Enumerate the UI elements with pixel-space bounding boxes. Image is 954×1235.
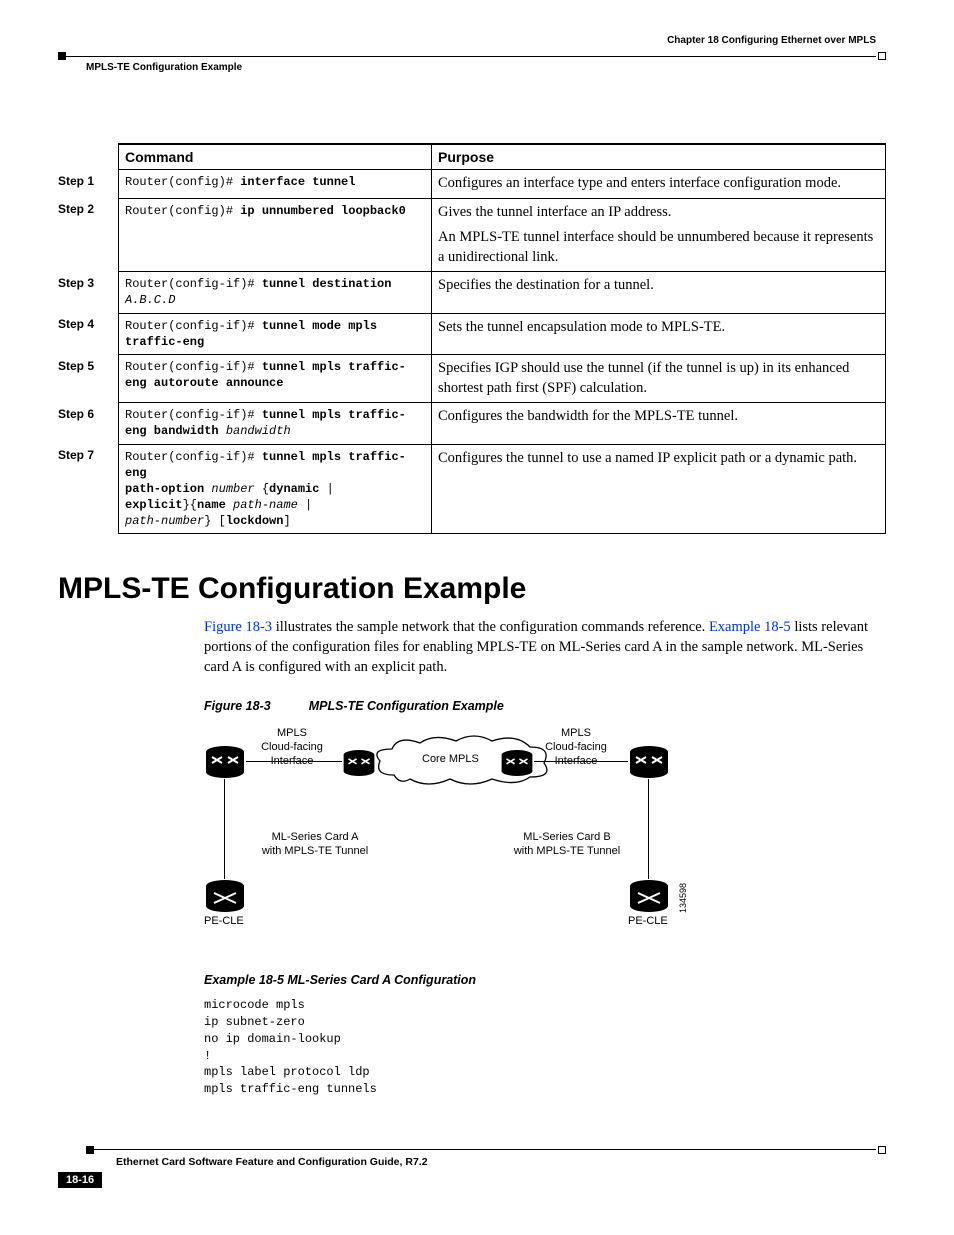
purpose-cell: Configures the bandwidth for the MPLS-TE… (432, 403, 886, 444)
router-icon (500, 749, 534, 777)
page-header: Chapter 18 Configuring Ethernet over MPL… (58, 35, 886, 73)
col-command: Command (119, 144, 432, 170)
footer-end-icon (878, 1146, 886, 1154)
table-row: Step 3 Router(config-if)# tunnel destina… (58, 272, 886, 313)
header-chapter: Chapter 18 Configuring Ethernet over MPL… (58, 35, 886, 46)
step-label: Step 1 (58, 170, 119, 199)
purpose-cell: Specifies the destination for a tunnel. (432, 272, 886, 313)
example-crossref-link[interactable]: Example 18-5 (709, 619, 791, 635)
figure-caption: Figure 18-3MPLS-TE Configuration Example (204, 699, 886, 713)
step-label: Step 4 (58, 313, 119, 354)
page-number: 18-16 (58, 1172, 102, 1188)
purpose-cell: Sets the tunnel encapsulation mode to MP… (432, 313, 886, 354)
step-label: Step 3 (58, 272, 119, 313)
card-a-label: ML-Series Card A with MPLS-TE Tunnel (250, 831, 380, 859)
header-section: MPLS-TE Configuration Example (58, 62, 886, 73)
command-cell: Router(config-if)# tunnel mode mpls traf… (119, 313, 432, 354)
router-icon (628, 879, 670, 913)
router-icon (204, 879, 246, 913)
purpose-cell: Configures an interface type and enters … (432, 170, 886, 199)
step-label: Step 5 (58, 355, 119, 403)
router-icon (204, 745, 246, 779)
command-cell: Router(config)# interface tunnel (119, 170, 432, 199)
command-cell: Router(config-if)# tunnel mpls traffic-e… (119, 355, 432, 403)
table-row: Step 6 Router(config-if)# tunnel mpls tr… (58, 403, 886, 444)
example-caption: Example 18-5 ML-Series Card A Configurat… (204, 973, 886, 987)
table-row: Step 4 Router(config-if)# tunnel mode mp… (58, 313, 886, 354)
core-label: Core MPLS (422, 753, 479, 767)
command-cell: Router(config-if)# tunnel mpls traffic-e… (119, 444, 432, 534)
col-purpose: Purpose (432, 144, 886, 170)
example-code: microcode mpls ip subnet-zero no ip doma… (204, 997, 886, 1098)
router-icon (342, 749, 376, 777)
pe-left-label: PE-CLE (204, 915, 244, 929)
cloud-right-label: MPLS Cloud-facing Interface (538, 727, 614, 768)
purpose-cell: Configures the tunnel to use a named IP … (432, 444, 886, 534)
command-cell: Router(config)# ip unnumbered loopback0 (119, 198, 432, 272)
footer-marker-icon (86, 1146, 94, 1154)
purpose-cell: Gives the tunnel interface an IP address… (432, 198, 886, 272)
network-diagram: Core MPLS MPLS Cloud-facing Interface MP… (204, 723, 724, 933)
footer-guide-title: Ethernet Card Software Feature and Confi… (116, 1156, 886, 1168)
table-row: Step 1 Router(config)# interface tunnel … (58, 170, 886, 199)
table-row: Step 2 Router(config)# ip unnumbered loo… (58, 198, 886, 272)
pe-right-label: PE-CLE (628, 915, 668, 929)
step-label: Step 6 (58, 403, 119, 444)
header-rule (58, 52, 886, 60)
command-cell: Router(config-if)# tunnel mpls traffic-e… (119, 403, 432, 444)
purpose-cell: Specifies IGP should use the tunnel (if … (432, 355, 886, 403)
card-b-label: ML-Series Card B with MPLS-TE Tunnel (502, 831, 632, 859)
cloud-left-label: MPLS Cloud-facing Interface (254, 727, 330, 768)
header-end-icon (878, 52, 886, 60)
router-icon (628, 745, 670, 779)
table-row: Step 7 Router(config-if)# tunnel mpls tr… (58, 444, 886, 534)
table-row: Step 5 Router(config-if)# tunnel mpls tr… (58, 355, 886, 403)
figure-crossref-link[interactable]: Figure 18-3 (204, 619, 272, 635)
page-footer: Ethernet Card Software Feature and Confi… (58, 1146, 886, 1188)
section-heading: MPLS-TE Configuration Example (58, 572, 886, 606)
figure-id: 134598 (678, 883, 688, 913)
step-label: Step 2 (58, 198, 119, 272)
command-table: Command Purpose Step 1 Router(config)# i… (58, 143, 886, 534)
intro-paragraph: Figure 18-3 illustrates the sample netwo… (204, 618, 886, 677)
header-marker-icon (58, 52, 66, 60)
step-label: Step 7 (58, 444, 119, 534)
command-cell: Router(config-if)# tunnel destination A.… (119, 272, 432, 313)
